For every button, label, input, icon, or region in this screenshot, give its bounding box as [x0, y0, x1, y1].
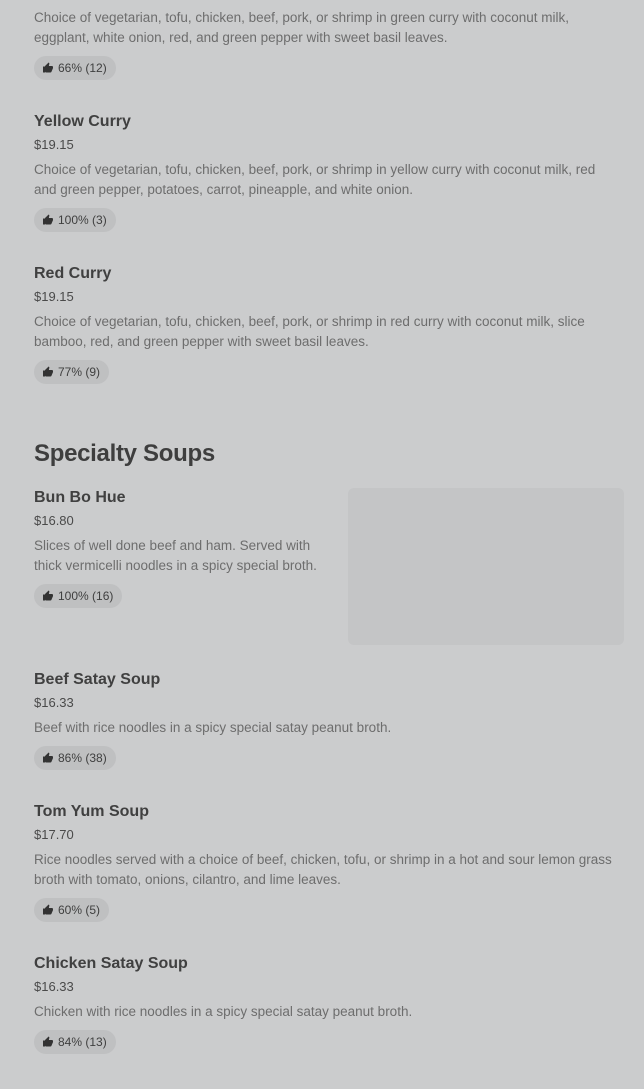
thumbs-up-icon	[43, 366, 53, 377]
thumbs-up-icon	[43, 214, 53, 225]
item-description: Choice of vegetarian, tofu, chicken, bee…	[34, 314, 585, 349]
item-name: Yellow Curry	[34, 113, 131, 130]
item-name: Beef Satay Soup	[34, 671, 161, 688]
menu-item-red-curry[interactable]: Red Curry $19.15 Choice of vegetarian, t…	[34, 263, 614, 384]
rating-badge: 100% (3)	[34, 208, 116, 232]
rating-text: 84% (13)	[58, 1035, 107, 1049]
item-price: $19.15	[34, 289, 74, 304]
rating-text: 66% (12)	[58, 61, 107, 75]
item-name: Tom Yum Soup	[34, 803, 149, 820]
section-title: Specialty Soups	[34, 440, 215, 467]
item-price: $16.80	[34, 513, 74, 528]
thumbs-up-icon	[43, 62, 53, 73]
menu-item-yellow-curry[interactable]: Yellow Curry $19.15 Choice of vegetarian…	[34, 111, 614, 232]
item-price: $17.70	[34, 827, 74, 842]
rating-badge: 100% (16)	[34, 584, 123, 608]
menu-item-chicken-satay-soup[interactable]: Chicken Satay Soup $16.33 Chicken with r…	[34, 953, 614, 1054]
rating-badge: 66% (12)	[34, 56, 116, 80]
rating-badge: 86% (38)	[34, 746, 116, 770]
rating-text: 86% (38)	[58, 751, 107, 765]
rating-badge: 77% (9)	[34, 360, 110, 384]
menu-item-bun-bo-hue[interactable]: Bun Bo Hue $16.80 Slices of well done be…	[34, 487, 330, 608]
rating-text: 60% (5)	[58, 903, 101, 917]
thumbs-up-icon	[43, 752, 53, 763]
item-description: Beef with rice noodles in a spicy specia…	[34, 720, 392, 735]
item-description: Slices of well done beef and ham. Served…	[34, 538, 317, 573]
thumbs-up-icon	[43, 904, 53, 915]
rating-text: 100% (16)	[58, 589, 114, 603]
item-photo[interactable]	[348, 488, 624, 645]
item-description: Chicken with rice noodles in a spicy spe…	[34, 1004, 413, 1019]
thumbs-up-icon	[43, 590, 53, 601]
item-description: Choice of vegetarian, tofu, chicken, bee…	[34, 162, 596, 197]
menu-item-tom-yum-soup[interactable]: Tom Yum Soup $17.70 Rice noodles served …	[34, 801, 614, 922]
item-price: $16.33	[34, 979, 74, 994]
item-price: $19.15	[34, 137, 74, 152]
rating-badge: 84% (13)	[34, 1030, 116, 1054]
menu-item-beef-satay-soup[interactable]: Beef Satay Soup $16.33 Beef with rice no…	[34, 669, 614, 770]
thumbs-up-icon	[43, 1036, 53, 1047]
item-name: Red Curry	[34, 265, 112, 282]
item-name: Chicken Satay Soup	[34, 955, 188, 972]
rating-text: 77% (9)	[58, 365, 101, 379]
item-price: $16.33	[34, 695, 74, 710]
item-description: Rice noodles served with a choice of bee…	[34, 852, 612, 887]
item-description: Choice of vegetarian, tofu, chicken, bee…	[34, 10, 569, 45]
rating-badge: 60% (5)	[34, 898, 110, 922]
menu-item-green-curry[interactable]: Choice of vegetarian, tofu, chicken, bee…	[34, 8, 614, 80]
rating-text: 100% (3)	[58, 213, 107, 227]
item-name: Bun Bo Hue	[34, 489, 126, 506]
